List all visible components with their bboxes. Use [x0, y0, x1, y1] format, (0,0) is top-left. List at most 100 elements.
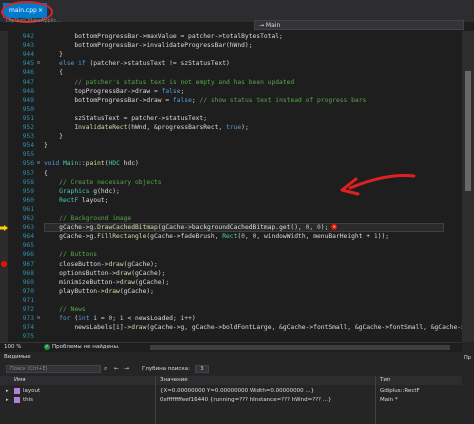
code-text: }: [44, 51, 63, 59]
search-input[interactable]: Поиск (Ctrl+E): [6, 365, 101, 373]
code-text: // Buttons: [59, 251, 98, 259]
line-number: 973: [22, 315, 34, 323]
line-number: 969: [22, 278, 34, 286]
code-text: Graphics g(hdc);: [59, 187, 120, 195]
column-name[interactable]: Имя: [14, 376, 26, 385]
autos-panel: Видимые Поиск (Ctrl+E) ⌕ ← → Глубина пои…: [0, 352, 462, 424]
code-line[interactable]: 969 minimizeButton->draw(gCache);: [0, 278, 462, 287]
breakpoint-icon[interactable]: [1, 261, 7, 267]
row-value: {X=0.00000000 Y=0.00000000 Width=0.00000…: [160, 388, 315, 394]
code-line[interactable]: 942 bottomProgressBar->maxValue = patche…: [0, 32, 462, 41]
code-line[interactable]: 943 bottomProgressBar->invalidateProgres…: [0, 41, 462, 50]
code-line[interactable]: 965: [0, 241, 462, 250]
fold-toggle-icon[interactable]: ⊟: [37, 314, 40, 323]
line-number: 956: [22, 160, 34, 168]
code-line[interactable]: 946 {: [0, 68, 462, 77]
fold-toggle-icon[interactable]: ⊟: [37, 59, 40, 68]
code-line[interactable]: 970 playButton->draw(gCache);: [0, 287, 462, 296]
line-number: 965: [22, 242, 34, 250]
project-label: DipTestCMakeApplic...: [6, 18, 61, 24]
code-line[interactable]: 964 gCache->g.FillRectangle(gCache->fade…: [0, 232, 462, 241]
code-line[interactable]: 945 ⊟ else if (patcher->statusText != szS…: [0, 59, 462, 68]
table-row[interactable]: ▸ layout {X=0.00000000 Y=0.00000000 Widt…: [0, 387, 462, 395]
scroll-thumb[interactable]: [465, 71, 471, 191]
code-line[interactable]: 950: [0, 105, 462, 114]
code-text: optionsButton->draw(gCache);: [44, 269, 166, 277]
code-text: // Background image: [59, 215, 132, 222]
variable-icon: [14, 397, 20, 403]
horizontal-scrollbar[interactable]: [150, 345, 450, 350]
code-line[interactable]: 947 // patcher's status text is not empt…: [0, 78, 462, 87]
check-icon: ✓: [44, 343, 50, 350]
code-line[interactable]: 974 newsLabels[i]->draw(gCache->g, gCach…: [0, 323, 462, 332]
line-number: 946: [22, 69, 34, 77]
column-type[interactable]: Тип: [380, 376, 391, 385]
fold-toggle-icon[interactable]: ⊟: [37, 159, 40, 168]
expand-arrow-icon[interactable]: ▸: [6, 396, 9, 404]
line-number: 966: [22, 251, 34, 259]
back-arrow-icon[interactable]: ←: [114, 365, 119, 373]
line-number: 972: [22, 306, 34, 313]
code-line[interactable]: 971: [0, 296, 462, 305]
line-number: 949: [22, 96, 34, 104]
line-number: 954: [22, 142, 34, 150]
code-text: // patcher's status text is not empty an…: [74, 78, 295, 86]
code-text: playButton->draw(gCache);: [44, 287, 154, 295]
code-line[interactable]: 963 gCache->g.DrawCachedBitmap(gCache->b…: [0, 223, 462, 233]
code-text: bottomProgressBar->invalidateProgressBar…: [44, 42, 253, 50]
column-value[interactable]: Значение: [160, 376, 188, 385]
side-panel-label: Пр: [464, 355, 471, 361]
column-divider[interactable]: [155, 376, 156, 424]
code-line[interactable]: 962 // Background image: [0, 214, 462, 223]
code-text: InvalidateRect(hWnd, &progressBarsRect, …: [74, 124, 249, 131]
panel-title: Видимые: [4, 354, 31, 360]
vertical-scrollbar[interactable]: [462, 31, 474, 342]
editor-tab-bar: main.cpp × DipTestCMakeApplic...: [0, 0, 474, 24]
line-number: 974: [22, 324, 34, 332]
code-line[interactable]: 953 }: [0, 132, 462, 141]
line-number: 967: [22, 260, 34, 268]
code-line[interactable]: 948 topProgressBar->draw = false;: [0, 87, 462, 96]
code-line[interactable]: 968 optionsButton->draw(gCache);: [0, 269, 462, 278]
line-number: 948: [22, 87, 34, 95]
code-line[interactable]: 972 // News: [0, 305, 462, 314]
line-number: 971: [22, 296, 34, 304]
code-text: topProgressBar->draw = false;: [44, 87, 185, 95]
table-row[interactable]: ▸ this 0xffffffffeef16440 {running=??? h…: [0, 396, 462, 404]
code-text: szStatusText = patcher->statusText;: [44, 114, 208, 122]
line-number: 960: [22, 196, 34, 204]
code-text: closeButton->draw(gCache);: [44, 260, 158, 268]
code-text: for (int i = 0; i < newsLoaded; i++): [59, 315, 196, 323]
member-navigation-dropdown[interactable]: → Main: [254, 20, 464, 30]
code-line[interactable]: 967 closeButton->draw(gCache);: [0, 260, 462, 269]
code-line[interactable]: 966 // Buttons: [0, 250, 462, 259]
issues-text: Проблемы не найдены.: [52, 344, 120, 350]
line-number: 943: [22, 42, 34, 50]
zoom-level[interactable]: 100 %: [4, 343, 21, 352]
code-line[interactable]: 961: [0, 205, 462, 214]
code-text: {: [44, 69, 63, 77]
line-number: 961: [22, 205, 34, 213]
issues-indicator[interactable]: ✓ Проблемы не найдены.: [44, 343, 120, 352]
code-text: bottomProgressBar->draw = false; // show…: [44, 96, 367, 104]
forward-arrow-icon[interactable]: →: [124, 365, 129, 373]
search-icon[interactable]: ⌕: [104, 365, 107, 373]
line-number: 957: [22, 169, 34, 177]
search-depth-select[interactable]: 3: [195, 365, 209, 373]
code-line[interactable]: 975: [0, 332, 462, 341]
code-line[interactable]: 973 ⊟ for (int i = 0; i < newsLoaded; i++…: [0, 314, 462, 323]
column-divider[interactable]: [375, 376, 376, 424]
code-line[interactable]: 954}: [0, 141, 462, 150]
instruction-pointer-icon: [0, 224, 8, 231]
code-text: minimizeButton->draw(gCache);: [44, 278, 170, 286]
expand-arrow-icon[interactable]: ▸: [6, 387, 9, 395]
code-line[interactable]: 949 bottomProgressBar->draw = false; // …: [0, 96, 462, 105]
code-line[interactable]: 944 }: [0, 50, 462, 59]
editor-status-row: 100 % ✓ Проблемы не найдены.: [0, 342, 462, 352]
search-depth-label: Глубина поиска:: [142, 366, 190, 372]
code-line[interactable]: 952 InvalidateRect(hWnd, &progressBarsRe…: [0, 123, 462, 132]
code-line[interactable]: 956 ⊟ void Main::paint(HDC hdc): [0, 159, 462, 168]
code-line[interactable]: 955: [0, 150, 462, 159]
exception-icon[interactable]: ✕: [331, 224, 338, 231]
code-line[interactable]: 951 szStatusText = patcher->statusText;: [0, 114, 462, 123]
